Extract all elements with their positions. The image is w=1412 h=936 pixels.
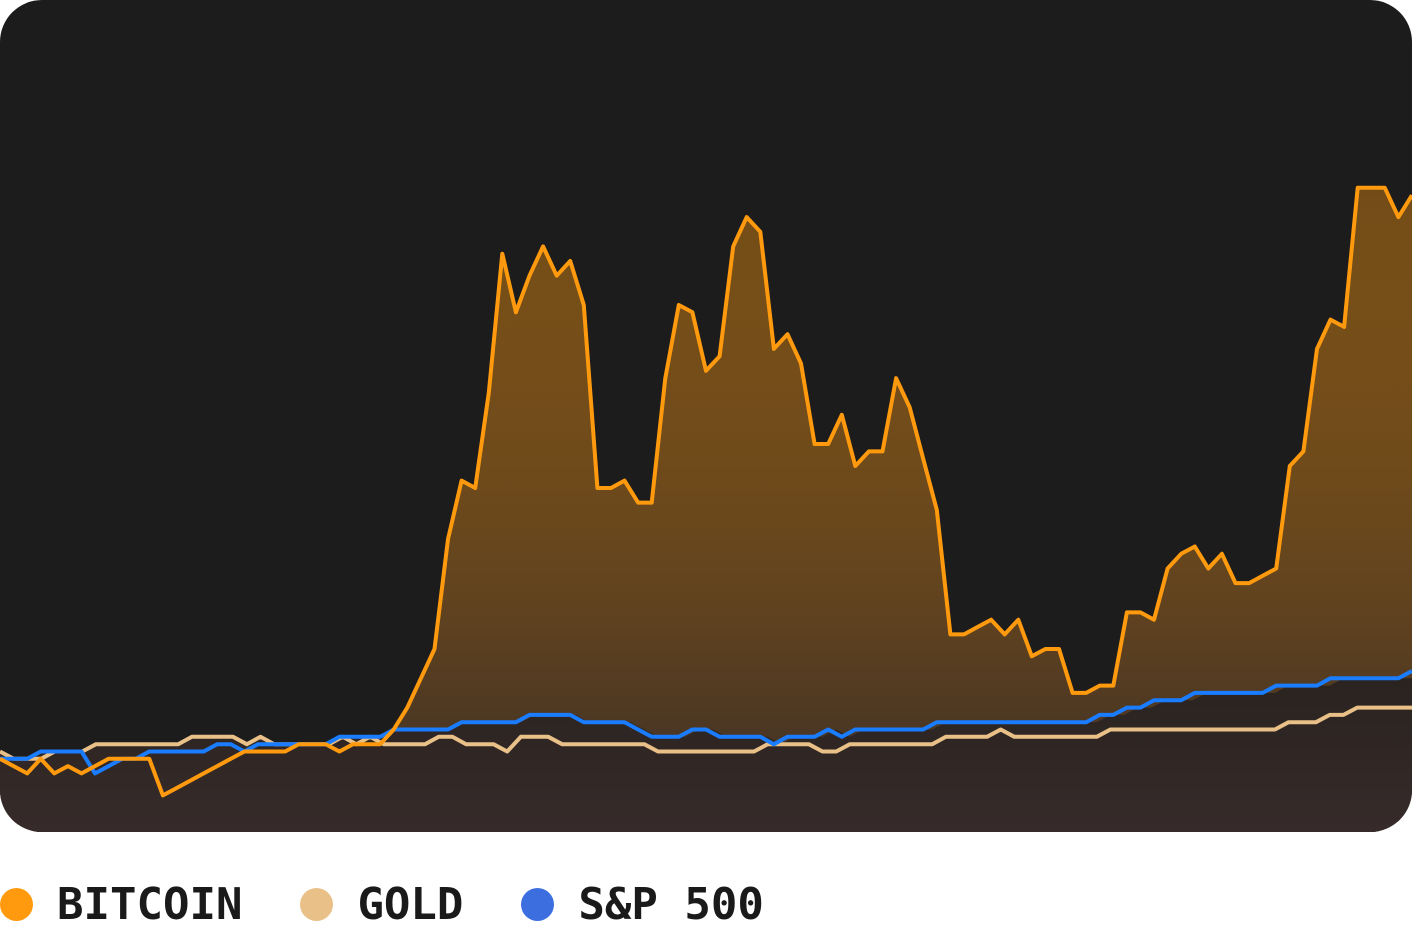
chart-panel: [0, 0, 1412, 832]
legend-item-sp500: S&P 500: [521, 878, 764, 930]
legend-label-bitcoin: BITCOIN: [57, 878, 243, 930]
chart-legend: BITCOIN GOLD S&P 500: [0, 874, 822, 934]
legend-dot-sp500: [521, 887, 555, 921]
legend-item-gold: GOLD: [300, 879, 463, 930]
legend-label-gold: GOLD: [357, 878, 464, 930]
legend-dot-gold: [300, 887, 334, 921]
legend-item-bitcoin: BITCOIN: [0, 879, 242, 930]
legend-label-sp500: S&P 500: [578, 878, 764, 930]
legend-dot-bitcoin: [0, 887, 33, 921]
performance-area-chart: [0, 185, 1412, 832]
